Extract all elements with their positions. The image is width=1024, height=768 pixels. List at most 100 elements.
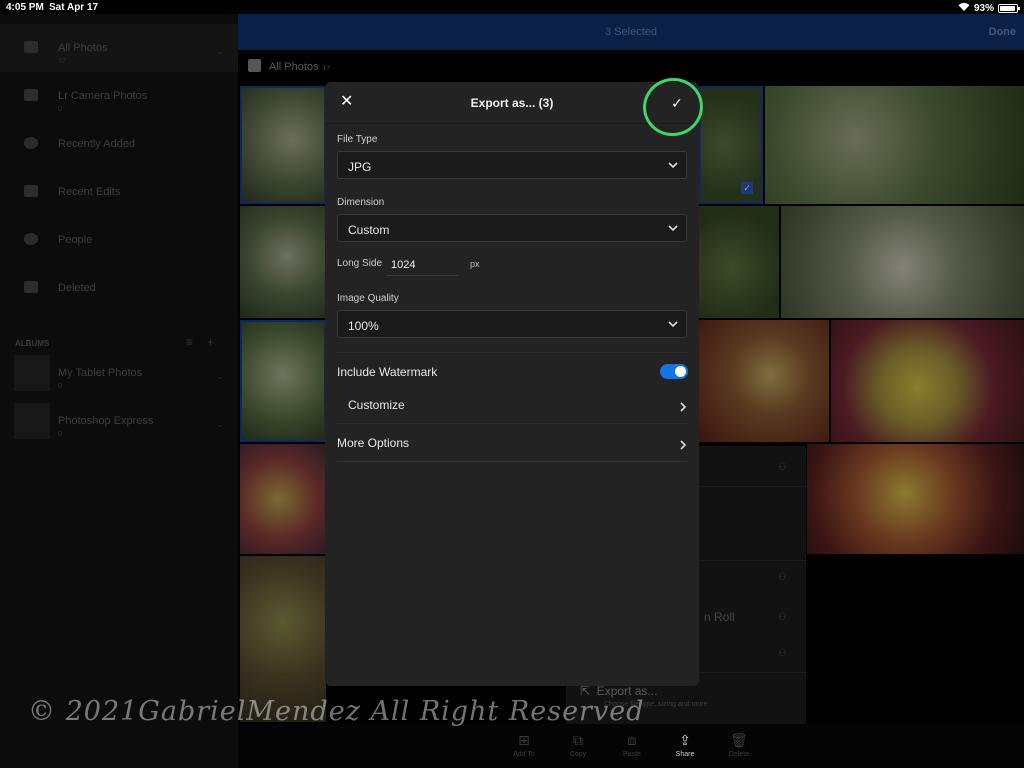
chevron-right-icon: [679, 399, 687, 412]
copy-button[interactable]: ⧉ Copy: [558, 732, 598, 758]
chevron-down-icon: ⌄: [216, 419, 224, 429]
toggle-icon: ⚇: [778, 462, 787, 473]
long-side-unit: px: [470, 259, 480, 269]
delete-button[interactable]: 🗑 Delete: [719, 732, 759, 758]
sidebar-item-count: 17: [58, 58, 66, 65]
photo-thumbnail[interactable]: ✓: [699, 86, 763, 204]
sidebar-item-label: All Photos: [58, 42, 108, 54]
photo-thumbnail[interactable]: [807, 444, 1024, 554]
photo-thumbnail[interactable]: [699, 320, 829, 442]
grid-count: 17: [322, 65, 331, 72]
select-all-checkbox[interactable]: [248, 59, 261, 72]
clock-icon: [24, 137, 38, 149]
sidebar-item-people[interactable]: People: [0, 216, 238, 264]
divider: [337, 352, 687, 353]
chevron-down-icon: ⌄: [216, 46, 224, 56]
album-thumbnail: [14, 355, 50, 391]
selection-count: 3 Selected: [605, 26, 657, 38]
divider: [337, 461, 687, 462]
chevron-down-icon: [668, 160, 678, 170]
photo-thumbnail[interactable]: [699, 206, 779, 318]
camera-roll-label: n Roll: [704, 610, 735, 624]
file-type-select[interactable]: JPG: [337, 151, 687, 179]
album-count: 0: [58, 383, 62, 390]
chevron-down-icon: [668, 319, 678, 329]
sidebar-item-recent-edits[interactable]: Recent Edits: [0, 168, 238, 216]
sidebar-item-label: Recently Added: [58, 138, 136, 150]
sidebar-item-label: Lr Camera Photos: [58, 90, 148, 102]
battery-indicator: 93%: [958, 2, 1020, 14]
copyright-watermark: © 2021GabrielMendez All Right Reserved: [28, 696, 645, 727]
photo-thumbnail[interactable]: [240, 320, 326, 442]
divider: [337, 423, 687, 424]
album-count: 0: [58, 431, 62, 438]
add-to-button[interactable]: ⊞ Add To: [504, 732, 544, 758]
album-label: Photoshop Express: [58, 415, 154, 427]
share-icon: ⇪: [679, 732, 691, 748]
confirm-check-icon[interactable]: ✓: [668, 94, 686, 112]
toggle-knob: [675, 366, 686, 377]
done-button[interactable]: Done: [989, 26, 1017, 38]
paste-icon: ⧈: [627, 732, 637, 748]
photo-thumbnail[interactable]: [781, 206, 1024, 318]
people-icon: [24, 233, 38, 245]
toggle-icon: ⚇: [778, 572, 787, 583]
album-label: My Tablet Photos: [58, 367, 143, 379]
photo-thumbnail[interactable]: [240, 444, 326, 554]
image-quality-value: 100%: [348, 319, 379, 333]
status-bar: 4:05 PM Sat Apr 17 93%: [0, 0, 1024, 16]
dimension-select[interactable]: Custom: [337, 214, 687, 242]
dimension-value: Custom: [348, 223, 390, 237]
add-to-icon: ⊞: [518, 732, 530, 748]
dimension-label: Dimension: [337, 197, 385, 208]
photo-thumbnail[interactable]: [240, 206, 326, 318]
status-time: 4:05 PM: [6, 2, 44, 13]
photo-thumbnail[interactable]: [765, 86, 1024, 204]
album-item[interactable]: My Tablet Photos 0 ⌄: [0, 349, 238, 397]
export-dialog: ✕ Export as... (3) ✓ File Type JPG Dimen…: [325, 72, 709, 686]
photo-thumbnail[interactable]: [831, 320, 1024, 442]
sidebar-item-deleted[interactable]: Deleted: [0, 264, 238, 312]
dialog-title: Export as... (3): [470, 96, 554, 110]
edit-icon: [24, 185, 38, 197]
toggle-icon: ⚇: [778, 648, 787, 659]
sidebar-item-lr-camera[interactable]: Lr Camera Photos 0: [0, 72, 238, 120]
image-quality-select[interactable]: 100%: [337, 310, 687, 338]
paste-button[interactable]: ⧈ Paste: [612, 732, 652, 758]
dialog-header: ✕ Export as... (3) ✓: [325, 72, 709, 142]
image-quality-label: Image Quality: [337, 293, 399, 304]
photo-thumbnail[interactable]: [240, 86, 326, 204]
battery-percent: 93%: [973, 2, 994, 14]
battery-icon: [998, 3, 1020, 13]
sidebar-item-all-photos[interactable]: All Photos 17 ⌄: [0, 24, 238, 72]
customize-label: Customize: [348, 398, 405, 412]
chevron-down-icon: ⌄: [216, 371, 224, 381]
chevron-right-icon: [679, 437, 687, 450]
wifi-icon: [958, 2, 970, 14]
albums-tools: ≡+: [186, 335, 228, 349]
album-thumbnail: [14, 403, 50, 439]
checkmark-icon: ✓: [741, 182, 753, 194]
chevron-down-icon: [668, 223, 678, 233]
copy-icon: ⧉: [573, 732, 583, 748]
file-type-value: JPG: [348, 160, 372, 174]
camera-icon: [24, 89, 38, 101]
sidebar-item-label: Recent Edits: [58, 186, 121, 198]
include-watermark-label: Include Watermark: [337, 365, 438, 379]
long-side-input[interactable]: [387, 254, 459, 276]
add-album-icon[interactable]: +: [207, 335, 228, 349]
toggle-icon: ⚇: [778, 612, 787, 623]
share-button[interactable]: ⇪ Share: [665, 732, 705, 758]
album-item[interactable]: Photoshop Express 0 ⌄: [0, 397, 238, 445]
trash-icon: [24, 281, 38, 293]
trash-icon: 🗑: [730, 732, 748, 748]
sort-icon[interactable]: ≡: [186, 335, 207, 349]
sidebar: All Photos 17 ⌄ Lr Camera Photos 0 Recen…: [0, 14, 238, 768]
include-watermark-toggle[interactable]: [660, 364, 688, 379]
albums-heading: ALBUMS: [15, 339, 50, 348]
photos-icon: [24, 41, 38, 53]
grid-header: All Photos 17: [248, 59, 330, 73]
grid-title: All Photos: [269, 61, 319, 73]
more-options-label: More Options: [337, 436, 410, 450]
sidebar-item-recently-added[interactable]: Recently Added: [0, 120, 238, 168]
